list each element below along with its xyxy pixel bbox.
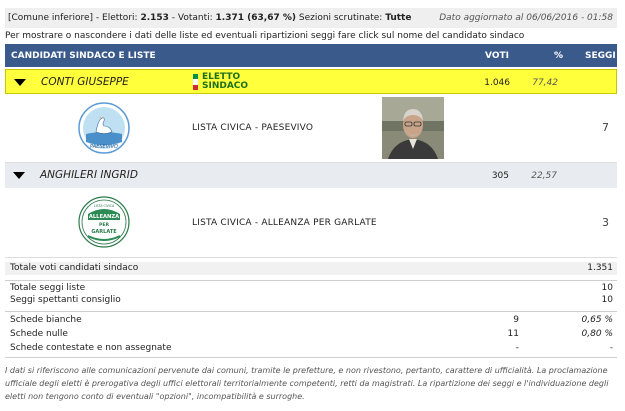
eletto-sindaco-badge: ELETTO SINDACO: [193, 73, 248, 91]
seggi-consiglio-row: Seggi spettanti consiglio 10: [5, 295, 617, 306]
comune-name: [Comune inferiore]: [8, 13, 94, 23]
election-results-page: [Comune inferiore] - Elettori: 2.153 - V…: [0, 0, 625, 411]
summary-bar: [Comune inferiore] - Elettori: 2.153 - V…: [5, 8, 617, 28]
elettori-label: - Elettori:: [95, 13, 138, 23]
schede-nulle-perc: 0,80 %: [581, 329, 613, 339]
divider: [5, 357, 617, 358]
lista-row-alleanza: LISTA CIVICA ALLEANZA PER GARLATE LISTA …: [5, 189, 617, 258]
lista-seggi: 7: [602, 121, 609, 134]
schede-contestate-row: Schede contestate e non assegnate - -: [5, 343, 617, 354]
lista-name: LISTA CIVICA - ALLEANZA PER GARLATE: [192, 218, 377, 228]
totale-seggi-row: Totale seggi liste 10: [5, 283, 617, 294]
candidate-perc: 22,57: [531, 171, 557, 181]
instructions-note: Per mostrare o nascondere i dati delle l…: [5, 31, 525, 41]
table-header: CANDIDATI SINDACO E LISTE VOTI % SEGGI: [5, 44, 617, 67]
expand-toggle-icon[interactable]: [13, 172, 25, 179]
summary-left: [Comune inferiore] - Elettori: 2.153 - V…: [5, 13, 411, 23]
alleanza-logo-top-text: LISTA CIVICA: [94, 204, 115, 208]
lista-name: LISTA CIVICA - PAESEVIVO: [192, 123, 314, 133]
totale-voti-label: Totale voti candidati sindaco: [10, 263, 139, 273]
header-perc: %: [553, 50, 563, 61]
candidate-voti: 1.046: [484, 78, 510, 88]
schede-bianche-value: 9: [513, 315, 519, 325]
totale-voti-row: Totale voti candidati sindaco 1.351: [5, 263, 617, 274]
alleanza-garlate-logo: LISTA CIVICA ALLEANZA PER GARLATE: [78, 196, 130, 248]
last-updated: Dato aggiornato al 06/06/2016 - 01:58: [439, 13, 613, 23]
totale-seggi-value: 10: [601, 283, 613, 293]
candidate-row-conti[interactable]: CONTI GIUSEPPE ELETTO SINDACO 1.046 77,4…: [5, 69, 617, 94]
seggi-consiglio-label: Seggi spettanti consiglio: [10, 295, 121, 305]
schede-contestate-perc: -: [609, 343, 613, 353]
schede-bianche-row: Schede bianche 9 0,65 %: [5, 315, 617, 326]
sezioni-label: Sezioni scrutinate:: [298, 13, 383, 23]
paesevivo-logo-text: PAESEVIVO: [90, 144, 118, 150]
candidate-row-anghileri[interactable]: ANGHILERI INGRID 305 22,57: [5, 163, 617, 188]
totale-seggi-label: Totale seggi liste: [10, 283, 86, 293]
candidate-name[interactable]: CONTI GIUSEPPE: [41, 76, 129, 88]
alleanza-logo-line3: GARLATE: [91, 229, 117, 235]
schede-nulle-row: Schede nulle 11 0,80 %: [5, 329, 617, 340]
divider: [5, 280, 617, 281]
header-seggi: SEGGI: [585, 50, 616, 61]
candidate-name[interactable]: ANGHILERI INGRID: [40, 169, 138, 181]
paesevivo-logo: PAESEVIVO: [78, 102, 130, 154]
candidate-perc: 77,42: [532, 78, 558, 88]
totale-voti-value: 1.351: [587, 263, 613, 273]
votanti-value: 1.371 (63,67 %): [215, 13, 296, 23]
divider: [5, 311, 617, 312]
schede-contestate-label: Schede contestate e non assegnate: [10, 343, 172, 353]
candidate-photo: [382, 97, 444, 159]
alleanza-logo-line1: ALLEANZA: [89, 214, 119, 220]
schede-nulle-label: Schede nulle: [10, 329, 68, 339]
schede-nulle-value: 11: [507, 329, 519, 339]
votanti-label: - Votanti:: [171, 13, 213, 23]
header-candidati: CANDIDATI SINDACO E LISTE: [11, 50, 156, 61]
lista-seggi: 3: [602, 216, 609, 229]
lista-row-paesevivo: PAESEVIVO LISTA CIVICA - PAESEVIVO 7: [5, 95, 617, 163]
schede-contestate-value: -: [515, 343, 519, 353]
schede-bianche-label: Schede bianche: [10, 315, 82, 325]
schede-bianche-perc: 0,65 %: [581, 315, 613, 325]
header-voti: VOTI: [485, 50, 509, 61]
sezioni-value: Tutte: [385, 13, 412, 23]
candidate-voti: 305: [491, 171, 509, 181]
sindaco-label: SINDACO: [202, 81, 249, 91]
disclaimer-footer: I dati si riferiscono alle comunicazioni…: [5, 366, 609, 401]
alleanza-logo-line2: PER: [99, 222, 110, 228]
seggi-consiglio-value: 10: [601, 295, 613, 305]
expand-toggle-icon[interactable]: [14, 79, 26, 86]
elettori-value: 2.153: [140, 13, 169, 23]
italian-flag-icon: [193, 74, 198, 90]
